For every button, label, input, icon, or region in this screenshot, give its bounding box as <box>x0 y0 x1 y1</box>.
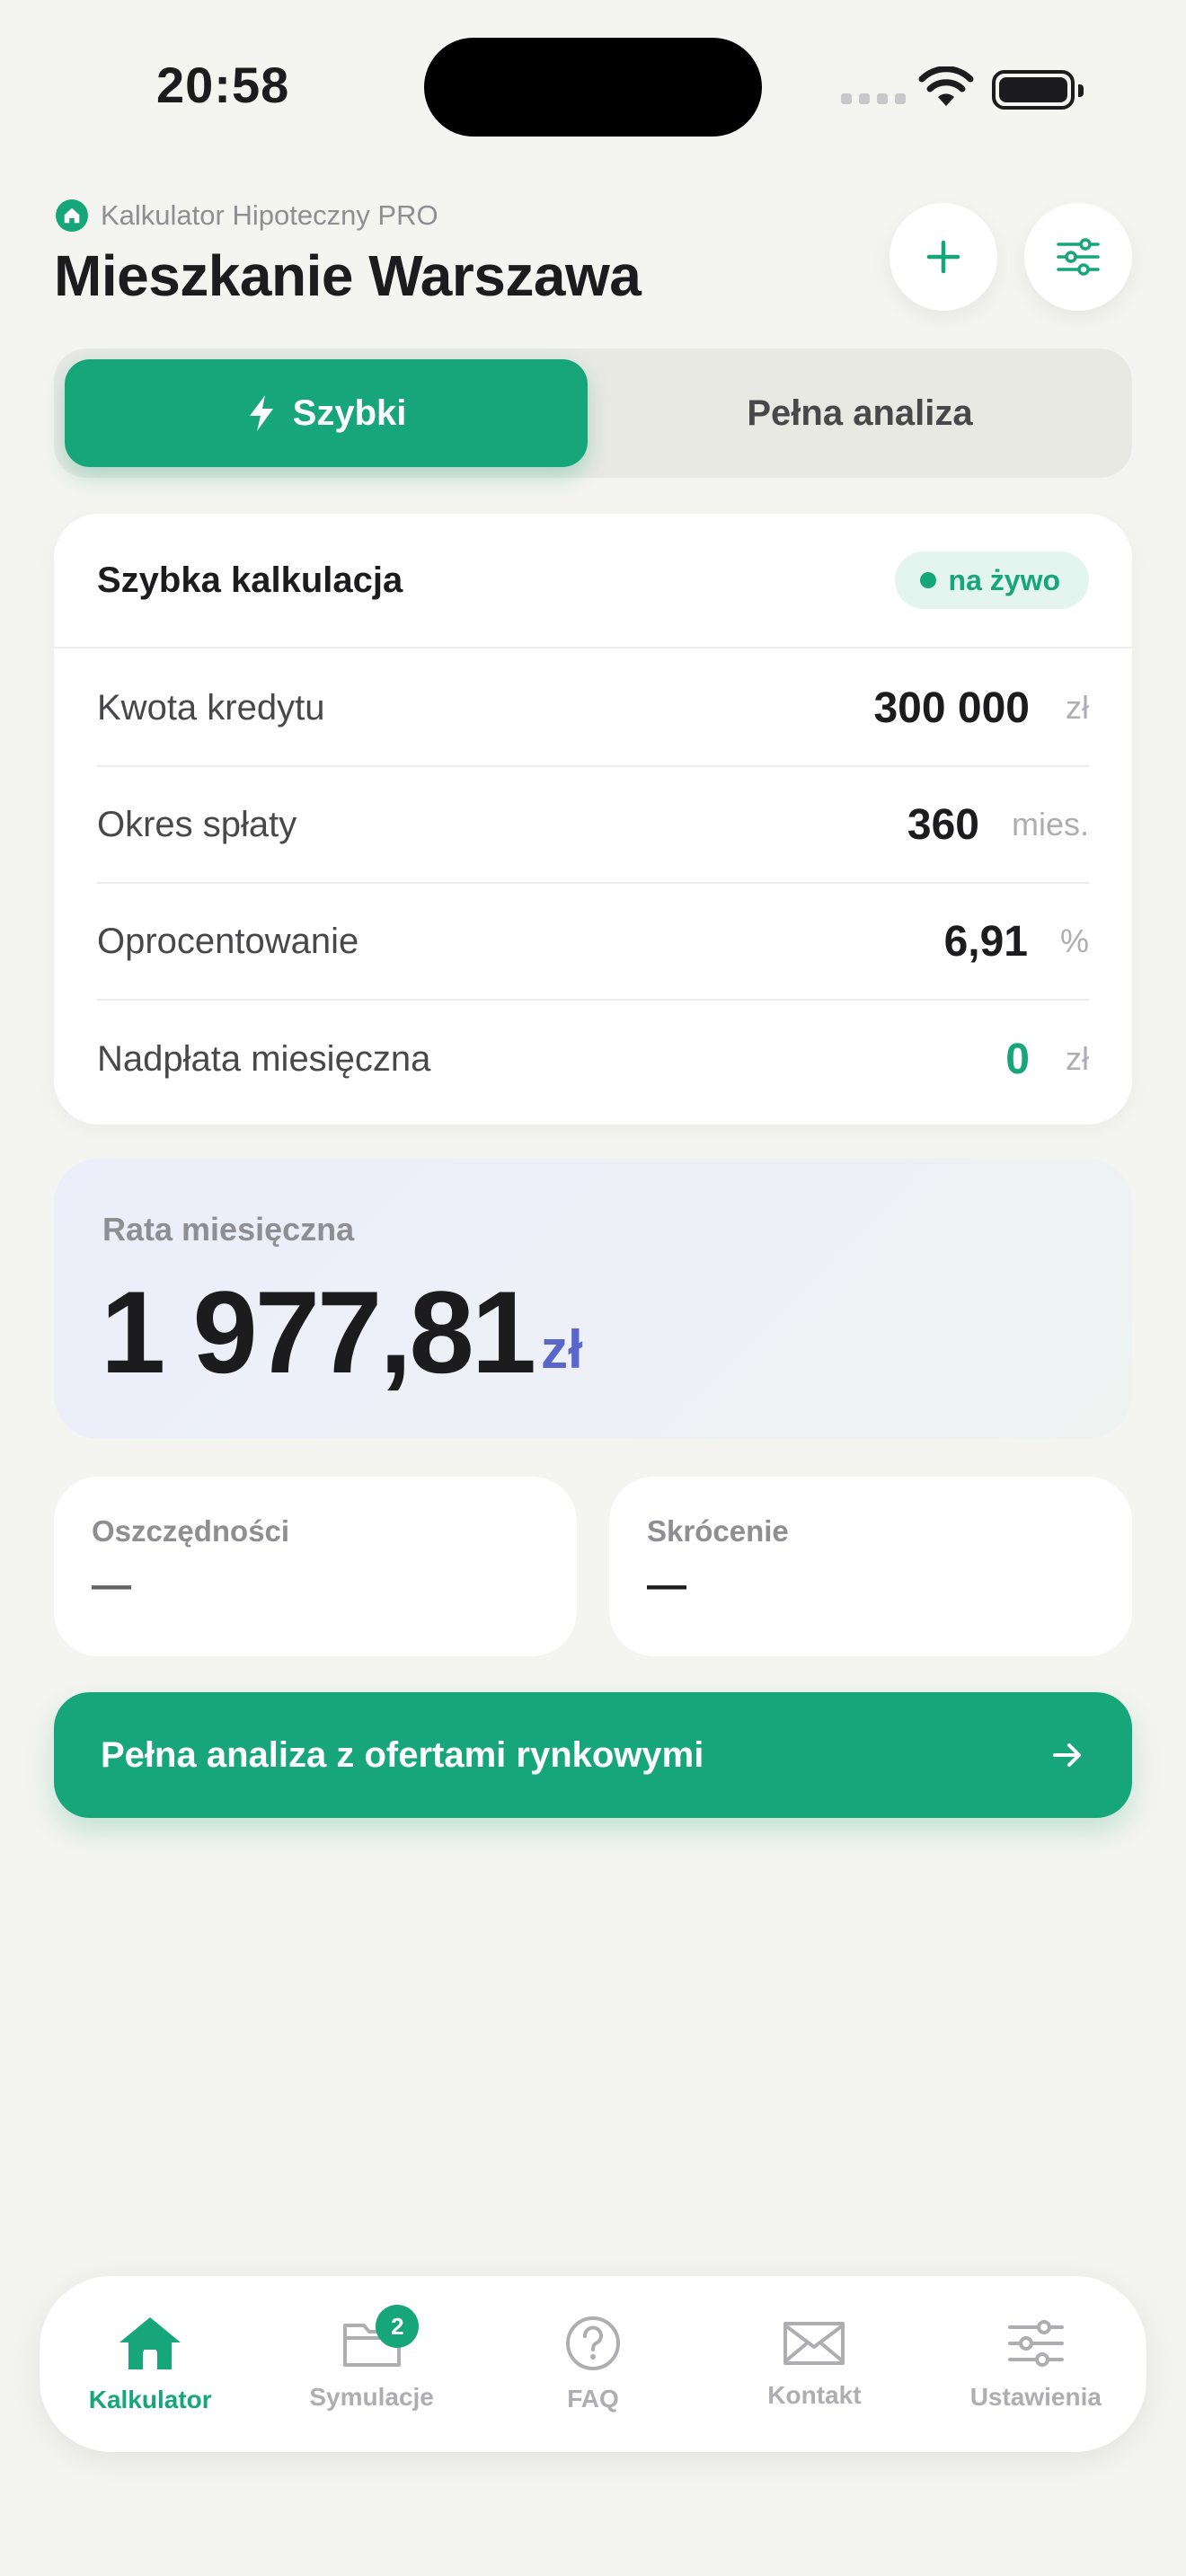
status-bar: 20:58 <box>0 0 1186 180</box>
home-icon <box>56 199 88 232</box>
savings-value: — <box>92 1563 131 1607</box>
mail-icon <box>783 2322 845 2365</box>
filter-button[interactable] <box>1024 203 1132 311</box>
dynamic-island <box>424 38 762 137</box>
add-button[interactable] <box>890 203 997 311</box>
loan-term-unit: mies. <box>1011 806 1089 842</box>
shortening-label: Skrócenie <box>647 1514 789 1548</box>
loan-amount-unit: zł <box>1066 689 1089 726</box>
app-kicker: Kalkulator Hipoteczny PRO <box>56 199 438 232</box>
overpayment-value[interactable]: 0 <box>1005 1035 1030 1084</box>
loan-amount-value[interactable]: 300 000 <box>873 684 1030 733</box>
sliders-icon <box>1057 238 1100 276</box>
nav-label-ustawienia: Ustawienia <box>969 2383 1102 2411</box>
home-icon <box>119 2317 181 2369</box>
savings-card: Oszczędności — <box>54 1477 577 1656</box>
quick-calc-card: Szybka kalkulacja na żywo Kwota kredytu … <box>54 514 1132 1125</box>
tab-full-analysis[interactable]: Pełna analiza <box>598 359 1121 467</box>
tab-quick[interactable]: Szybki <box>65 359 588 467</box>
battery-icon <box>992 70 1084 110</box>
simulations-count-badge: 2 <box>376 2305 420 2348</box>
overpayment-label: Nadpłata miesięczna <box>97 1038 431 1079</box>
loan-amount-label: Kwota kredytu <box>97 687 325 728</box>
monthly-rate-unit: zł <box>541 1319 583 1380</box>
tab-quick-label: Szybki <box>292 393 407 433</box>
overpayment-row[interactable]: Nadpłata miesięczna 0 zł <box>97 1001 1089 1117</box>
monthly-rate-label: Rata miesięczna <box>102 1211 355 1248</box>
cellular-signal-icon <box>841 93 906 104</box>
page-title: Mieszkanie Warszawa <box>54 243 642 308</box>
live-badge-label: na żywo <box>948 563 1060 596</box>
overpayment-unit: zł <box>1066 1040 1089 1077</box>
interest-rate-label: Oprocentowanie <box>97 921 359 961</box>
interest-rate-unit: % <box>1059 922 1089 959</box>
nav-label-kontakt: Kontakt <box>767 2381 862 2409</box>
cta-label: Pełna analiza z ofertami rynkowymi <box>101 1734 704 1775</box>
monthly-rate-value: 1 977,81 <box>101 1266 536 1398</box>
bottom-tab-bar: Kalkulator Symulacje 2 FAQ Kontakt Ustaw… <box>40 2276 1146 2452</box>
live-badge: na żywo <box>894 551 1089 609</box>
interest-rate-value[interactable]: 6,91 <box>944 917 1028 966</box>
nav-label-symulacje: Symulacje <box>309 2383 434 2411</box>
arrow-right-icon <box>1053 1743 1081 1767</box>
interest-rate-row[interactable]: Oprocentowanie 6,91 % <box>97 884 1089 1001</box>
app-name: Kalkulator Hipoteczny PRO <box>101 199 438 231</box>
question-icon <box>566 2316 621 2370</box>
mode-segmented-control: Szybki Pełna analiza <box>54 348 1132 478</box>
loan-amount-row[interactable]: Kwota kredytu 300 000 zł <box>97 650 1089 767</box>
lightning-icon <box>249 395 273 431</box>
live-dot-icon <box>919 572 936 588</box>
nav-item-kontakt[interactable]: Kontakt <box>704 2276 925 2452</box>
calc-header: Szybka kalkulacja na żywo <box>54 514 1132 648</box>
nav-item-ustawienia[interactable]: Ustawienia <box>925 2276 1146 2452</box>
shortening-card: Skrócenie — <box>609 1477 1132 1656</box>
nav-label-kalkulator: Kalkulator <box>88 2386 212 2413</box>
loan-term-row[interactable]: Okres spłaty 360 mies. <box>97 767 1089 884</box>
sliders-icon <box>1007 2320 1064 2367</box>
loan-term-label: Okres spłaty <box>97 804 297 844</box>
wifi-icon <box>918 66 974 106</box>
full-analysis-cta-button[interactable]: Pełna analiza z ofertami rynkowymi <box>54 1692 1132 1818</box>
plus-icon <box>926 240 960 274</box>
nav-item-kalkulator[interactable]: Kalkulator <box>40 2276 261 2452</box>
nav-item-symulacje[interactable]: Symulacje 2 <box>261 2276 482 2452</box>
savings-label: Oszczędności <box>92 1514 290 1548</box>
status-time: 20:58 <box>156 57 290 113</box>
tab-full-analysis-label: Pełna analiza <box>747 393 973 433</box>
shortening-value: — <box>647 1563 686 1607</box>
nav-label-faq: FAQ <box>567 2385 619 2413</box>
nav-item-faq[interactable]: FAQ <box>482 2276 704 2452</box>
calc-title: Szybka kalkulacja <box>97 560 403 600</box>
monthly-rate-card: Rata miesięczna 1 977,81 zł <box>54 1159 1132 1439</box>
loan-term-value[interactable]: 360 <box>907 800 979 850</box>
